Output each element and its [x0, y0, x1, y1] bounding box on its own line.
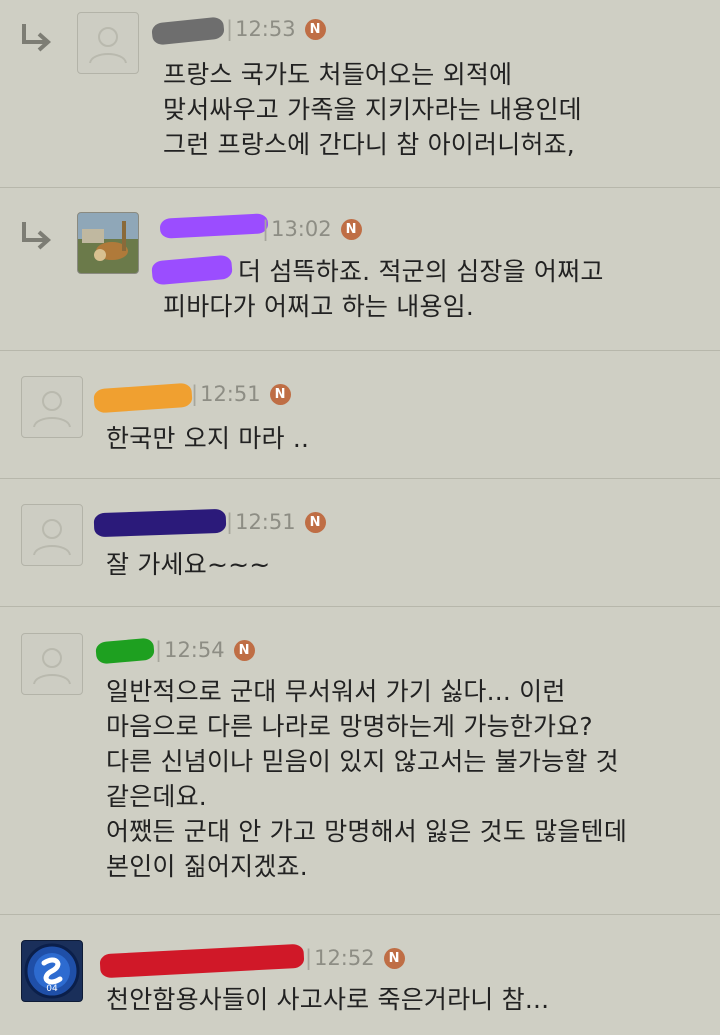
comment-time: 13:02 [271, 217, 332, 241]
comment-text: 천안함용사들이 사고사로 죽은거라니 참... [106, 985, 550, 1014]
comment-time: 12:54 [164, 638, 225, 662]
separator: | [305, 946, 313, 970]
comment-meta: | 12:51 N [191, 379, 291, 409]
new-badge-icon: N [383, 947, 405, 969]
avatar[interactable] [21, 633, 83, 695]
avatar[interactable] [21, 504, 83, 566]
comment-time: 12:53 [235, 17, 296, 41]
comment-meta: | 12:53 N [226, 14, 326, 44]
reply-arrow-icon [22, 222, 52, 250]
comment-time: 12:52 [314, 946, 375, 970]
comment-item: | 12:51 N 잘 가세요~~~ [0, 479, 720, 607]
profile-photo-icon [78, 213, 138, 273]
avatar-photo[interactable] [77, 212, 139, 274]
avatar-club-logo[interactable]: 04 [21, 940, 83, 1002]
comment-text: 한국만 오지 마라 .. [106, 424, 310, 453]
nickname-redacted[interactable] [159, 213, 269, 239]
comment-text: 프랑스 국가도 처들어오는 외적에 맞서싸우고 가족을 지키자라는 내용인데 그… [163, 60, 582, 159]
new-badge-icon: N [304, 18, 326, 40]
comment-item: | 12:51 N 한국만 오지 마라 .. [0, 351, 720, 479]
comment-text: 잘 가세요~~~ [106, 550, 271, 579]
comment-time: 12:51 [200, 382, 261, 406]
comment-meta: | 12:51 N [226, 507, 326, 537]
default-user-icon [33, 391, 71, 428]
nickname-redacted[interactable] [95, 637, 155, 665]
comment-text: 일반적으로 군대 무서워서 가기 싫다... 이런 마음으로 다른 나라로 망명… [106, 677, 628, 881]
nickname-redacted[interactable] [93, 382, 193, 414]
new-badge-icon: N [269, 383, 291, 405]
nickname-redacted[interactable] [151, 16, 225, 46]
nickname-redacted[interactable] [93, 508, 227, 538]
club-logo-icon: 04 [24, 943, 80, 999]
comment-text: 더 섬뜩하죠. 적군의 심장을 어쩌고 피바다가 어쩌고 하는 내용임. [163, 257, 604, 321]
comment-item: 04 | 12:52 N 천안함용사들이 사고사로 죽은거라니 참... [0, 915, 720, 1035]
comment-item: | 12:53 N 프랑스 국가도 처들어오는 외적에 맞서싸우고 가족을 지키… [0, 0, 720, 188]
default-user-icon [33, 648, 71, 685]
avatar[interactable] [77, 12, 139, 74]
new-badge-icon: N [340, 218, 362, 240]
comment-meta: | 12:54 N [155, 635, 255, 665]
separator: | [262, 217, 270, 241]
svg-text:04: 04 [46, 984, 58, 994]
nickname-redacted[interactable] [99, 943, 305, 979]
comment-meta: | 13:02 N [262, 214, 362, 244]
default-user-icon [33, 519, 71, 556]
comment-item: | 13:02 N 더 섬뜩하죠. 적군의 심장을 어쩌고 피바다가 어쩌고 하… [0, 188, 720, 350]
new-badge-icon: N [233, 639, 255, 661]
comment-item: | 12:54 N 일반적으로 군대 무서워서 가기 싫다... 이런 마음으로… [0, 607, 720, 915]
default-user-icon [89, 27, 127, 64]
separator: | [155, 638, 163, 662]
separator: | [226, 17, 234, 41]
reply-arrow-icon [22, 24, 52, 52]
comment-meta: | 12:52 N [305, 943, 405, 973]
avatar[interactable] [21, 376, 83, 438]
comment-time: 12:51 [235, 510, 296, 534]
separator: | [226, 510, 234, 534]
separator: | [191, 382, 199, 406]
new-badge-icon: N [304, 511, 326, 533]
